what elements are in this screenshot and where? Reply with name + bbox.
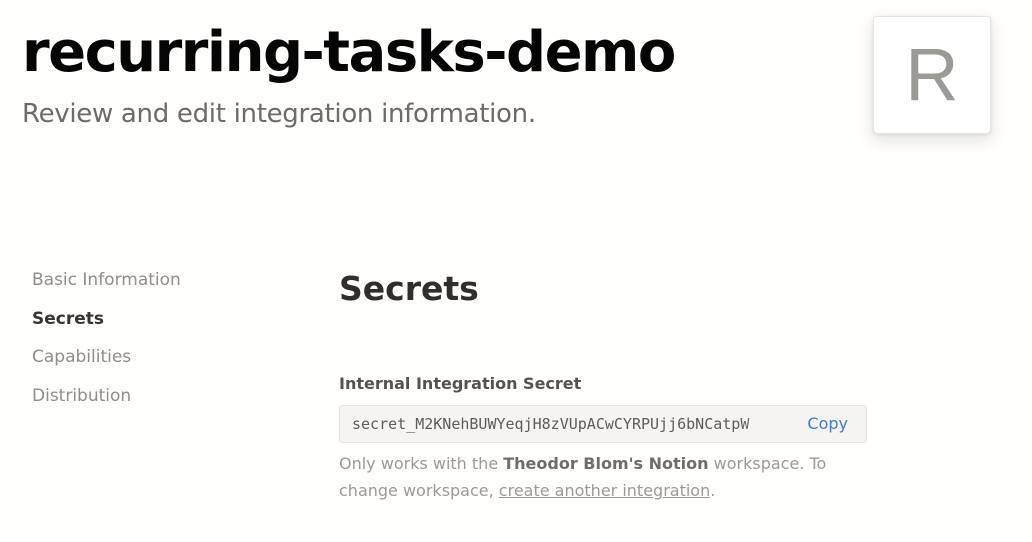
page-subtitle: Review and edit integration information. (22, 99, 536, 129)
sidebar-item-secrets[interactable]: Secrets (32, 307, 272, 331)
help-prefix: Only works with the (339, 454, 504, 473)
integration-settings-page: recurring-tasks-demo Review and edit int… (0, 0, 1032, 542)
create-integration-link[interactable]: create another integration (499, 481, 710, 500)
workspace-name: Theodor Blom's Notion (503, 454, 709, 473)
settings-sidebar: Basic Information Secrets Capabilities D… (32, 268, 272, 422)
secrets-section-title: Secrets (339, 269, 479, 308)
avatar-letter: R (905, 33, 959, 116)
integration-avatar[interactable]: R (873, 16, 991, 134)
sidebar-item-basic-information[interactable]: Basic Information (32, 268, 272, 292)
secret-value[interactable]: secret_M2KNehBUWYeqjH8zVUpACwCYRPUjj6bNC… (340, 415, 795, 433)
workspace-help-text: Only works with the Theodor Blom's Notio… (339, 450, 839, 504)
copy-button[interactable]: Copy (795, 406, 866, 442)
page-title: recurring-tasks-demo (22, 20, 676, 85)
sidebar-item-distribution[interactable]: Distribution (32, 384, 272, 408)
sidebar-item-capabilities[interactable]: Capabilities (32, 345, 272, 369)
help-suffix: . (710, 481, 716, 500)
secret-field[interactable]: secret_M2KNehBUWYeqjH8zVUpACwCYRPUjj6bNC… (339, 405, 867, 443)
internal-secret-label: Internal Integration Secret (339, 374, 582, 393)
